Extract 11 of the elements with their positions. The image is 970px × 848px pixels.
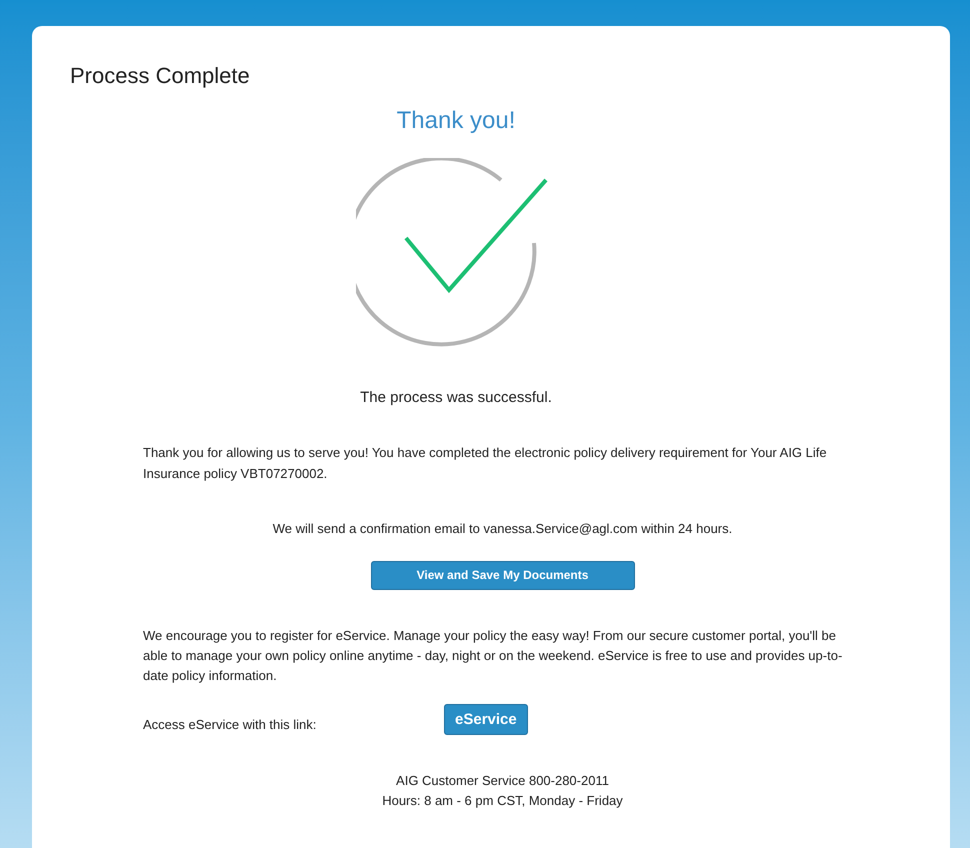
eservice-info-paragraph: We encourage you to register for eService. Manage your policy the easy way! From our secure customer portal, you'll be able to manage your own policy online anytime - day, night or on the weekend. eService is free to use and provides up-to-date policy information. <box>143 627 844 685</box>
page-title: Process Complete <box>70 62 250 90</box>
intro-paragraph: Thank you for allowing us to serve you! You have completed the electronic policy delivery requirement for Your AIG Life Insurance policy VBT07270002. <box>143 444 828 483</box>
email-notice: We will send a confirmation email to vanessa.Service@agl.com within 24 hours. <box>272 520 732 538</box>
access-label: Access eService with this link: <box>143 716 318 734</box>
status-message: The process was successful. <box>360 388 552 408</box>
view-documents-button[interactable]: View and Save My Documents <box>370 561 634 590</box>
thank-you-heading: Thank you! <box>396 106 516 136</box>
footer-text: Hours: 8 am - 6 pm CST, Monday - Friday <box>382 792 623 810</box>
eservice-button[interactable]: eService <box>444 704 528 735</box>
footer-text: AIG Customer Service 800-280-2011 <box>396 772 609 790</box>
